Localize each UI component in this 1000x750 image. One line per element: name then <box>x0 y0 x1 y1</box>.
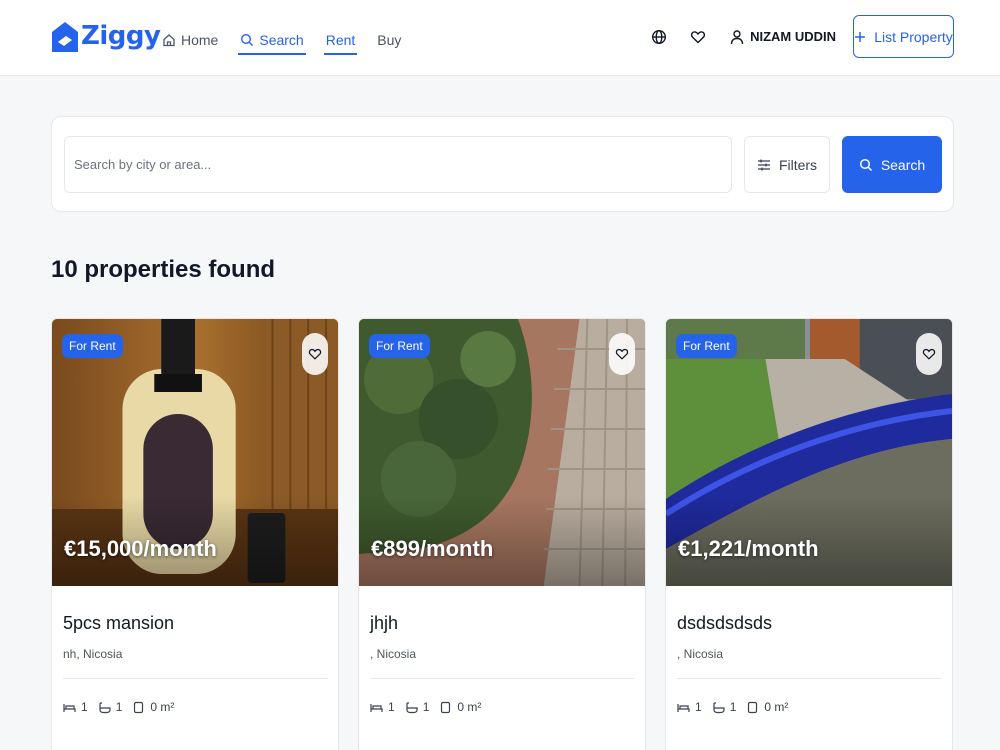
property-card[interactable]: For Rent €15,000/month 5pcs mansion nh, … <box>51 318 339 750</box>
divider <box>677 678 941 679</box>
user-icon <box>730 29 744 44</box>
property-card[interactable]: For Rent €899/month jhjh , Nicosia 1 1 0… <box>358 318 646 750</box>
bath-icon <box>406 701 418 713</box>
bath-icon <box>713 701 725 713</box>
property-image: For Rent €899/month <box>359 319 645 586</box>
bathrooms: 1 <box>98 700 123 714</box>
property-location: nh, Nicosia <box>63 647 123 661</box>
property-image: For Rent €15,000/month <box>52 319 338 586</box>
area-value: 0 m² <box>150 700 175 714</box>
property-title: jhjh <box>370 613 399 633</box>
heart-icon <box>615 348 629 360</box>
heart-icon <box>308 348 322 360</box>
area-icon <box>134 701 144 713</box>
language-button[interactable] <box>648 26 670 48</box>
nav-label-search: Search <box>259 32 304 48</box>
bathrooms-count: 1 <box>422 700 430 714</box>
user-name: NIZAM UDDIN <box>750 29 836 44</box>
property-location: , Nicosia <box>677 647 724 661</box>
bedrooms: 1 <box>370 700 395 714</box>
bed-icon <box>63 703 76 712</box>
property-price: €15,000/month <box>64 536 217 561</box>
list-property-button[interactable]: List Property <box>853 15 954 58</box>
bedrooms-count: 1 <box>695 700 702 714</box>
plus-icon <box>855 31 866 42</box>
property-features: 1 1 0 m² <box>677 700 941 714</box>
property-image: For Rent €1,221/month <box>666 319 952 586</box>
search-icon <box>241 33 254 46</box>
search-input[interactable] <box>64 136 732 193</box>
property-title: 5pcs mansion <box>63 613 175 633</box>
area: 0 m² <box>132 700 174 714</box>
bed-icon <box>677 703 690 712</box>
nav-item-search[interactable]: Search <box>238 28 307 55</box>
main-nav: Home Search Rent Buy <box>162 28 423 55</box>
logo-house-icon <box>52 22 78 52</box>
bath-icon <box>99 701 111 713</box>
bathrooms: 1 <box>405 700 430 714</box>
search-button-label: Search <box>880 156 926 173</box>
area: 0 m² <box>746 700 788 714</box>
heart-icon <box>691 30 706 43</box>
area-icon <box>441 701 451 713</box>
nav-label-buy: Buy <box>377 32 402 48</box>
bedrooms-count: 1 <box>388 700 395 714</box>
property-features: 1 1 0 m² <box>370 700 634 714</box>
filters-button[interactable]: Filters <box>744 136 830 193</box>
search-panel: Filters Search <box>51 116 954 212</box>
area-value: 0 m² <box>457 700 482 714</box>
nav-label-rent: Rent <box>325 32 356 48</box>
results-count-title: 10 properties found <box>51 256 276 283</box>
home-icon <box>163 34 175 47</box>
property-price: €1,221/month <box>678 536 819 561</box>
logo[interactable]: Ziggy <box>52 18 161 54</box>
bedrooms-count: 1 <box>81 700 88 714</box>
brand-name: Ziggy <box>81 21 161 51</box>
search-icon <box>859 158 872 171</box>
globe-icon <box>652 29 667 44</box>
nav-item-home[interactable]: Home <box>162 28 218 52</box>
favorites-button[interactable] <box>687 26 709 48</box>
listing-type-badge: For Rent <box>676 334 737 358</box>
search-button[interactable]: Search <box>842 136 942 193</box>
top-navbar: Ziggy Home Search Rent Buy NIZAM UDDIN L… <box>0 0 1000 76</box>
listing-type-badge: For Rent <box>369 334 430 358</box>
area-icon <box>748 701 758 713</box>
user-menu[interactable]: NIZAM UDDIN <box>730 29 836 45</box>
bathrooms: 1 <box>712 700 737 714</box>
header-actions: NIZAM UDDIN List Property <box>648 15 954 58</box>
bathrooms-count: 1 <box>729 700 737 714</box>
bedrooms: 1 <box>677 700 702 714</box>
property-card[interactable]: For Rent €1,221/month dsdsdsdsds , Nicos… <box>665 318 953 750</box>
property-title: dsdsdsdsds <box>677 613 773 633</box>
property-features: 1 1 0 m² <box>63 700 327 714</box>
area-value: 0 m² <box>764 700 789 714</box>
nav-item-buy[interactable]: Buy <box>377 28 401 52</box>
favorite-button[interactable] <box>916 333 942 375</box>
list-property-label: List Property <box>874 28 953 45</box>
area: 0 m² <box>439 700 481 714</box>
listing-type-badge: For Rent <box>62 334 123 358</box>
bedrooms: 1 <box>63 700 88 714</box>
nav-label-home: Home <box>181 32 219 48</box>
favorite-button[interactable] <box>302 333 328 375</box>
bathrooms-count: 1 <box>115 700 123 714</box>
divider <box>370 678 634 679</box>
filters-label: Filters <box>778 156 818 173</box>
heart-icon <box>922 348 936 360</box>
sliders-icon <box>757 159 770 170</box>
property-location: , Nicosia <box>370 647 417 661</box>
nav-item-rent[interactable]: Rent <box>323 28 357 55</box>
property-price: €899/month <box>371 536 494 561</box>
bed-icon <box>370 703 383 712</box>
favorite-button[interactable] <box>609 333 635 375</box>
divider <box>63 678 327 679</box>
